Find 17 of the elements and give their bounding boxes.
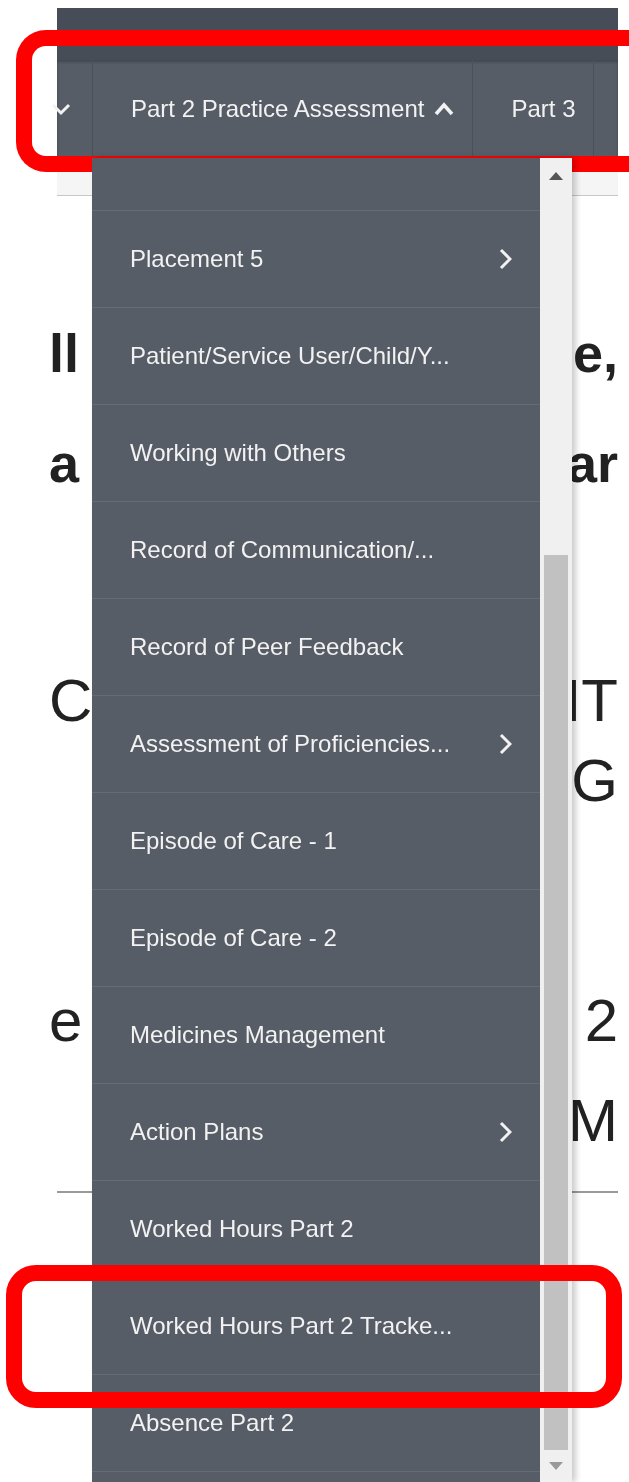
caret-up-icon xyxy=(434,102,455,116)
page-text: M xyxy=(568,1091,618,1151)
chevron-right-icon xyxy=(498,1121,512,1143)
page-text: a xyxy=(49,436,80,491)
chevron-down-icon[interactable] xyxy=(51,102,71,116)
page-text: e, xyxy=(572,326,618,381)
scroll-down-icon[interactable] xyxy=(549,1462,563,1470)
page-text: 2 xyxy=(584,991,618,1051)
scroll-up-icon[interactable] xyxy=(549,172,563,180)
page-text: G xyxy=(571,751,618,811)
page-text: e xyxy=(49,991,83,1051)
scrollbar-thumb[interactable] xyxy=(544,555,568,1450)
page-text: C xyxy=(49,671,93,731)
scrollbar[interactable] xyxy=(540,158,572,1482)
chevron-right-icon xyxy=(498,248,512,270)
page-text: ll xyxy=(49,326,79,381)
chevron-right-icon xyxy=(498,733,512,755)
